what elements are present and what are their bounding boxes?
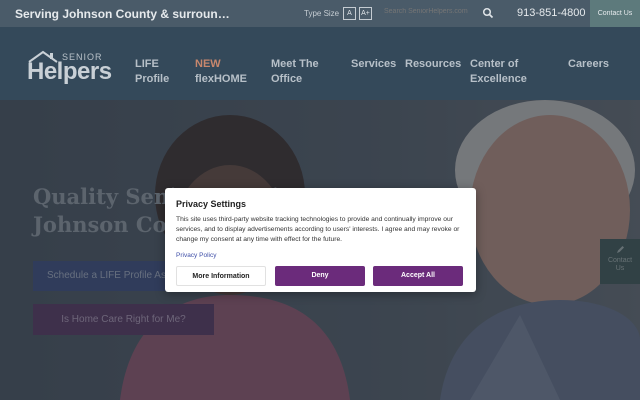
privacy-policy-link[interactable]: Privacy Policy <box>176 252 216 259</box>
nav-item-life-profile[interactable]: LIFE Profile <box>135 57 169 87</box>
nav-item-label: Careers <box>568 58 609 70</box>
nav-item-meet-the-office[interactable]: Meet The Office <box>271 57 319 87</box>
contact-us-button[interactable]: Contact Us <box>590 0 640 27</box>
pencil-icon <box>616 246 624 253</box>
dialog-title: Privacy Settings <box>176 199 247 209</box>
service-area-tagline: Serving Johnson County & surrounding ar.… <box>15 7 230 21</box>
is-home-care-right-button[interactable]: Is Home Care Right for Me? <box>33 304 214 335</box>
new-badge: NEW <box>195 58 221 70</box>
side-contact-us-tab[interactable]: Contact Us <box>600 239 640 284</box>
nav-item-services[interactable]: Services <box>351 57 396 72</box>
type-size-label: Type Size <box>304 9 340 18</box>
side-contact-label: Us <box>615 265 625 272</box>
nav-item-label: Excellence <box>470 73 527 85</box>
logo-text-helpers: Helpers <box>27 58 112 85</box>
accept-all-button[interactable]: Accept All <box>373 266 463 286</box>
nav-item-resources[interactable]: Resources <box>405 57 461 72</box>
nav-item-label: Center of <box>470 58 519 70</box>
phone-number-link[interactable]: 913-851-4800 <box>517 7 586 19</box>
nav-item-label: LIFE <box>135 58 159 70</box>
deny-button[interactable]: Deny <box>275 266 365 286</box>
dialog-body-text: This site uses third-party website track… <box>176 216 460 243</box>
nav-item-label: Meet The <box>271 58 319 70</box>
type-size-decrease-button[interactable]: A <box>343 7 356 20</box>
nav-item-label: flexHOME <box>195 73 247 85</box>
nav-item-label: Resources <box>405 58 462 70</box>
nav-item-label: Services <box>351 58 397 70</box>
nav-item-flexhome[interactable]: NEW flexHOME <box>195 57 247 87</box>
side-contact-label: Contact <box>607 257 633 264</box>
more-information-button[interactable]: More Information <box>176 266 266 286</box>
search-input[interactable] <box>384 8 476 15</box>
nav-item-center-of-excellence[interactable]: Center of Excellence <box>470 57 527 87</box>
nav-item-label: Office <box>271 73 303 85</box>
privacy-settings-dialog: Privacy Settings This site uses third-pa… <box>165 188 476 292</box>
nav-item-careers[interactable]: Careers <box>568 57 609 72</box>
search-icon[interactable] <box>482 7 494 19</box>
type-size-increase-button[interactable]: A+ <box>359 7 372 20</box>
nav-item-label: Profile <box>135 73 170 85</box>
top-bar: Serving Johnson County & surrounding ar.… <box>0 0 640 27</box>
